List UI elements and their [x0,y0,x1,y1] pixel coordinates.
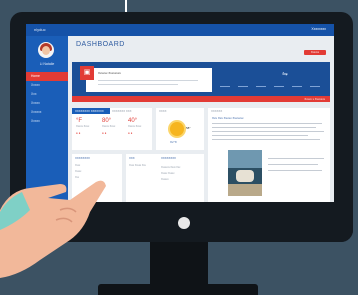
weather-temp: °F [76,118,83,124]
card-header: XXXX [159,109,167,113]
banner-card[interactable]: ▣ Xxxxxx Xxxxxxxx [80,66,212,92]
top-bar: nlyduc Xxxxxxxx [26,24,334,36]
sidebar-item-home[interactable]: Home [26,72,68,81]
text-line [268,170,322,171]
weather-card: XXXXXXXX XXXXXXX XXXXXXX XXX °F Xxxxx Xx… [72,108,152,150]
banner-footer-link[interactable]: Xxxxx x Xxxxxxx [304,97,325,101]
sun-label: Xx°X [170,140,177,144]
weather-summary-card: XXXX 58° Xx°X [156,108,204,150]
sidebar-item[interactable]: Xxxxxx [26,108,68,117]
weather-label: Xxxxx Xxxx [128,125,142,128]
news-headline[interactable]: Xxx Xxx Xxxxx Xxxxxxx [212,116,244,120]
text-line [98,80,198,81]
list-item: Xxxx Xxxxx Xxx [129,164,146,167]
text-line [268,158,324,159]
banner: ▣ Xxxxxx Xxxxxxxx ⇋ Xxxxx x Xxxxxxx [72,62,330,102]
weather-dots-icon: ● ● [76,131,81,135]
page-action-button[interactable]: Xxxxxx [304,50,326,55]
list-item: Xxxxx Xxxxx [161,172,175,175]
avatar-face [42,46,50,55]
banner-sparkline [220,82,324,92]
sidebar-item[interactable]: Xxxxx [26,81,68,90]
weather-dots-icon: ● ● [128,131,133,135]
sidebar-nav: Home Xxxxx Xxx Xxxxx Xxxxxx Xxxxx [26,72,68,126]
monitor-neck [150,242,208,286]
avatar[interactable] [38,42,54,58]
text-line [212,131,324,132]
news-card: XXXXXX Xxx Xxx Xxxxx Xxxxxxx [208,108,330,202]
rss-icon: ⇋ [282,71,288,78]
weather-col: 80° Xxxxx Xxxx ● ● [102,118,126,135]
list-item: Xxxxxxx Xxxx Xxx [161,166,181,169]
pointing-hand-icon [0,180,106,278]
horse-icon [236,170,254,182]
weather-label: Xxxxx Xxxx [102,125,116,128]
card-header: XXXXXXXX [161,156,176,160]
news-photo[interactable] [228,150,262,196]
weather-dots-icon: ● ● [102,131,107,135]
power-button-icon [178,217,190,229]
sidebar-item[interactable]: Xxxxx [26,117,68,126]
sun-icon [170,122,184,136]
sun-temp: 58° [186,126,191,130]
sidebar-item[interactable]: Xxxxx [26,99,68,108]
tab-inactive[interactable]: XXXXXXX XXX [112,108,131,114]
weather-col: °F Xxxxx Xxxx ● ● [76,118,100,135]
cart-icon: ▣ [80,66,94,80]
text-line [98,84,178,85]
sidebar-username: Li Natalie [39,62,55,66]
photo-field [228,184,262,196]
monitor-base [98,284,258,295]
text-line [212,123,322,124]
text-line [212,135,308,136]
tab-active[interactable]: XXXXXXXX XXXXXXX [72,108,110,114]
photo-sky [228,150,262,168]
page-title: DASHBOARD [76,41,125,48]
weather-col: 40° Xxxxx Xxxx ● ● [128,118,152,135]
text-line [268,164,318,165]
weather-label: Xxxxx Xxxx [76,125,90,128]
list-item: Xxxxxx [161,178,169,181]
banner-footer[interactable]: Xxxxx x Xxxxxxx [72,96,330,102]
top-user-menu[interactable]: Xxxxxxxx [311,27,326,31]
card-header: XXXXXX [211,109,223,113]
banner-card-title: Xxxxxx Xxxxxxxx [98,71,121,75]
card-header: XXX [129,156,135,160]
sidebar-item[interactable]: Xxx [26,90,68,99]
weather-temp: 40° [128,118,138,124]
bottom-card: XXXXXXXX Xxxxxxx Xxxx Xxx Xxxxx Xxxxx Xx… [158,154,204,202]
weather-temp: 80° [102,118,112,124]
text-line [212,139,320,140]
text-line [212,127,316,128]
app-logo[interactable]: nlyduc [34,27,46,32]
